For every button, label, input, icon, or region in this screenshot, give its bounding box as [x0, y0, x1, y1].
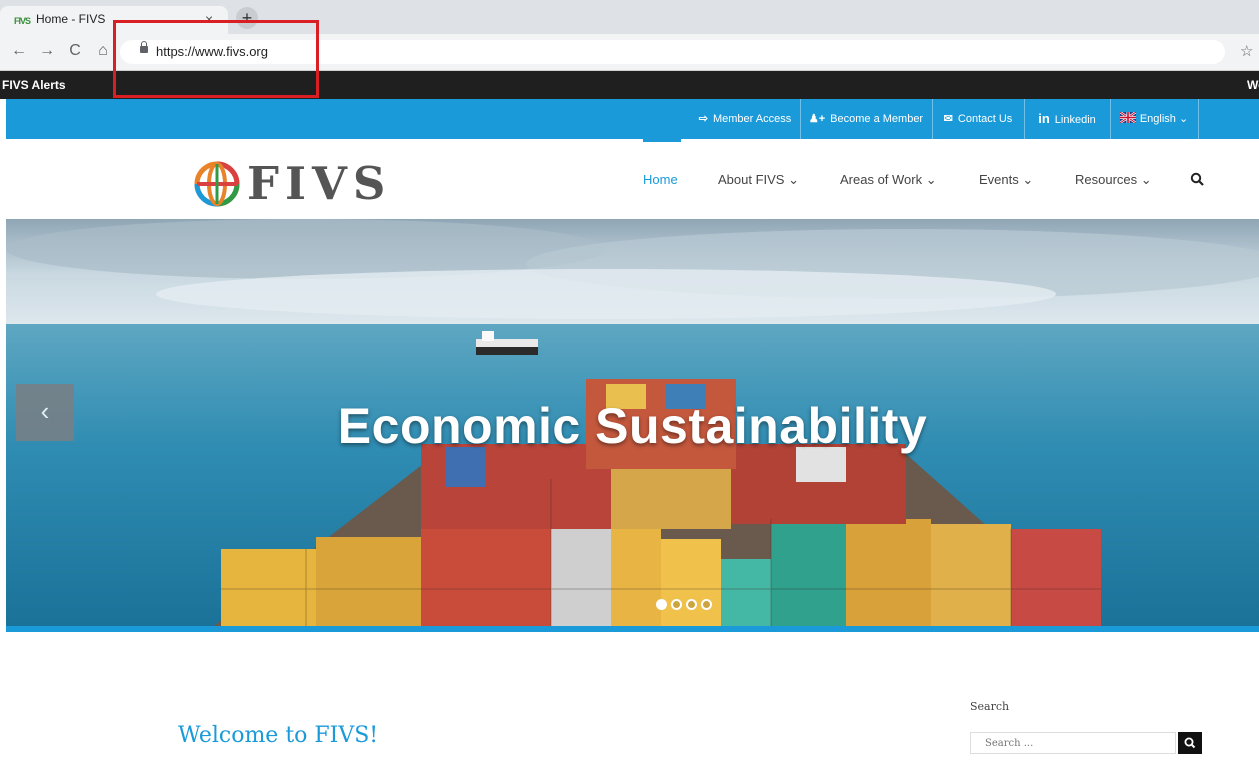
alerts-label[interactable]: FIVS Alerts — [2, 78, 66, 92]
contact-us-label: Contact Us — [957, 113, 1013, 125]
reload-icon[interactable]: C — [66, 42, 84, 60]
search-submit-button[interactable] — [1178, 732, 1202, 754]
language-selector[interactable]: English ⌄ — [1111, 99, 1197, 139]
envelope-icon: ✉ — [943, 113, 953, 125]
nav-areas-of-work[interactable]: Areas of Work ⌄ — [840, 172, 937, 188]
search-input[interactable] — [971, 733, 1185, 753]
search-icon — [1184, 737, 1196, 749]
contact-us-link[interactable]: ✉ Contact Us — [933, 99, 1023, 139]
add-user-icon: ♟+ — [808, 113, 826, 125]
sidebar-search-field — [970, 732, 1185, 754]
forward-arrow-icon[interactable]: → — [38, 42, 56, 60]
site-logo-text[interactable]: FIVS — [247, 157, 391, 210]
globe-logo-icon[interactable] — [194, 161, 240, 207]
slider-dot-4[interactable] — [701, 599, 712, 610]
tab-title: Home - FIVS — [36, 12, 106, 26]
nav-about-fivs[interactable]: About FIVS ⌄ — [718, 172, 799, 188]
language-label: English ⌄ — [1139, 113, 1189, 125]
home-icon[interactable]: ⌂ — [94, 42, 112, 60]
slider-pagination — [656, 597, 716, 611]
search-icon[interactable] — [1190, 172, 1204, 186]
slider-dot-3[interactable] — [686, 599, 697, 610]
member-access-link[interactable]: ⇨ Member Access — [690, 99, 800, 139]
fivs-favicon-icon: FIVS — [14, 16, 31, 26]
linkedin-icon: in — [1038, 111, 1050, 126]
welcome-heading: Welcome to FIVS! — [178, 723, 379, 748]
nav-home[interactable]: Home — [643, 172, 678, 187]
site-header: FIVS Home About FIVS ⌄ Areas of Work ⌄ E… — [6, 139, 1259, 219]
active-menu-indicator — [643, 139, 681, 142]
utility-nav-bar: ⇨ Member Access ♟+ Become a Member ✉ Contac… — [6, 99, 1259, 139]
divider — [1198, 99, 1199, 139]
sign-in-icon: ⇨ — [698, 113, 708, 125]
member-access-label: Member Access — [712, 113, 792, 125]
uk-flag-icon — [1119, 111, 1137, 124]
slider-prev-button[interactable]: ‹ — [16, 384, 74, 441]
hero-accent-bar — [6, 626, 1259, 632]
alerts-ticker-text: We — [1247, 78, 1259, 92]
slider-dot-1[interactable] — [656, 599, 667, 610]
nav-events[interactable]: Events ⌄ — [979, 172, 1033, 188]
sidebar-search-heading: Search — [970, 700, 1010, 713]
linkedin-label: Linkedin — [1054, 114, 1096, 126]
back-arrow-icon[interactable]: ← — [10, 42, 28, 60]
slider-dot-2[interactable] — [671, 599, 682, 610]
url-highlight-box — [113, 20, 319, 98]
nav-resources[interactable]: Resources ⌄ — [1075, 172, 1152, 188]
become-member-label: Become a Member — [830, 113, 924, 125]
bookmark-star-icon[interactable]: ☆ — [1240, 42, 1253, 60]
linkedin-link[interactable]: in Linkedin — [1025, 99, 1109, 139]
hero-slide-title: Economic Sustainability — [337, 398, 928, 454]
become-member-link[interactable]: ♟+ Become a Member — [801, 99, 931, 139]
hero-slider: Economic Sustainability ‹ — [6, 219, 1259, 632]
